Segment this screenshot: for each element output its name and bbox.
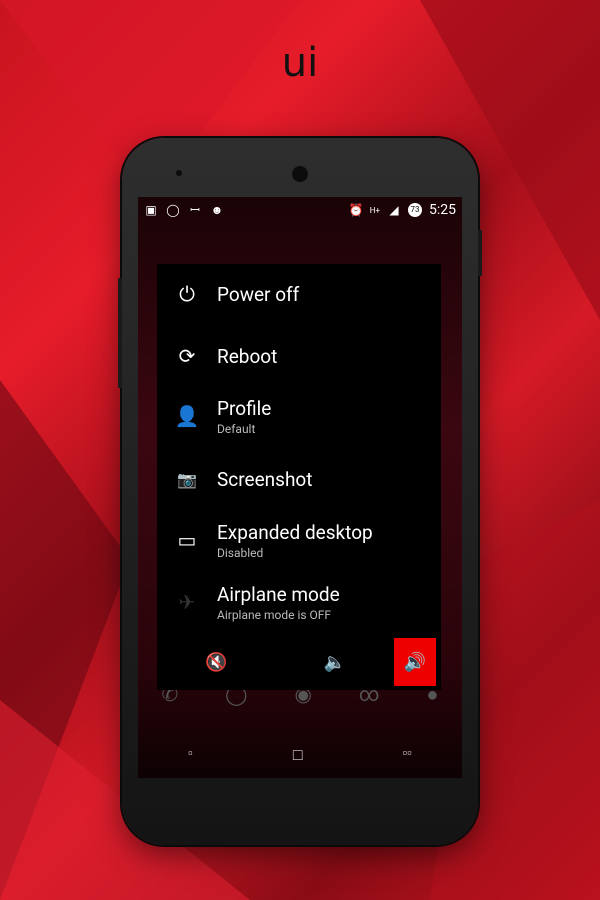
status-bar: ▣ ◯ ꟷ ☻ ⏰ H+ ◢ 73 5:25 [138, 197, 462, 223]
volume-up-icon: 🔊 [403, 651, 427, 673]
nav-bar: ▫ □ ▫▫ [138, 745, 462, 765]
menu-item-reboot[interactable]: ⟳ Reboot [157, 327, 441, 385]
page-title: ui [281, 40, 319, 86]
menu-item-airplane-mode[interactable]: ✈ Airplane mode Airplane mode is OFF [157, 573, 441, 631]
expanded-desktop-icon: ▭ [177, 528, 197, 552]
profile-icon: 👤 [174, 404, 200, 428]
menu-item-expanded-desktop[interactable]: ▭ Expanded desktop Disabled [157, 511, 441, 569]
power-menu: ⏻ Power off ⟳ Reboot 👤 Profile Default 📷 Scre… [157, 264, 441, 690]
reboot-icon: ⟳ [178, 344, 196, 368]
sound-mode-row: 🔇 🔈 🔊 [157, 638, 441, 686]
item-label: Reboot [217, 344, 278, 368]
item-label: Expanded desktop [217, 520, 373, 544]
camera-icon: 📷 [177, 469, 197, 489]
item-sublabel: Disabled [217, 545, 264, 560]
phone-side-button [478, 230, 482, 276]
sound-on-button[interactable]: 🔊 [394, 638, 436, 686]
airplane-icon: ✈ [178, 590, 196, 614]
volume-mute-icon: 🔇 [205, 651, 228, 673]
recents-button[interactable]: ▫▫ [403, 745, 412, 765]
item-label: Screenshot [217, 467, 313, 491]
home-button[interactable]: □ [293, 745, 303, 765]
phone-frame: ▣ ◯ ꟷ ☻ ⏰ H+ ◢ 73 5:25 ✆ ◯ ◉ ∞ ● ▫ □ ▫▫ ⏻… [118, 138, 482, 845]
battery-icon: 73 [408, 203, 422, 217]
item-sublabel: Default [217, 421, 256, 436]
menu-item-screenshot[interactable]: 📷 Screenshot [157, 450, 441, 508]
clock: 5:25 [429, 202, 456, 218]
item-sublabel: Airplane mode is OFF [217, 607, 332, 622]
item-label: Airplane mode [217, 582, 340, 606]
back-button[interactable]: ▫ [188, 745, 193, 765]
power-icon: ⏻ [179, 282, 195, 306]
item-label: Power off [217, 282, 300, 306]
cyanogen-icon: ☻ [210, 203, 224, 217]
image-icon: ▣ [145, 203, 157, 217]
menu-item-profile[interactable]: 👤 Profile Default [157, 387, 441, 445]
whatsapp-icon: ◯ [166, 203, 180, 217]
network-type: H+ [369, 205, 380, 215]
vibrate-button[interactable]: 🔈 [276, 638, 395, 686]
hotspot-icon: ꟷ [190, 203, 200, 217]
alarm-icon: ⏰ [348, 203, 364, 217]
signal-icon: ◢ [389, 203, 399, 217]
item-label: Profile [217, 396, 272, 420]
volume-vibrate-icon: 🔈 [323, 651, 346, 673]
screen: ▣ ◯ ꟷ ☻ ⏰ H+ ◢ 73 5:25 ✆ ◯ ◉ ∞ ● ▫ □ ▫▫ ⏻… [138, 197, 462, 778]
front-camera [176, 170, 182, 176]
mute-button[interactable]: 🔇 [157, 638, 276, 686]
menu-item-power-off[interactable]: ⏻ Power off [157, 265, 441, 323]
earpiece [292, 166, 308, 182]
phone-side-button [118, 278, 122, 388]
